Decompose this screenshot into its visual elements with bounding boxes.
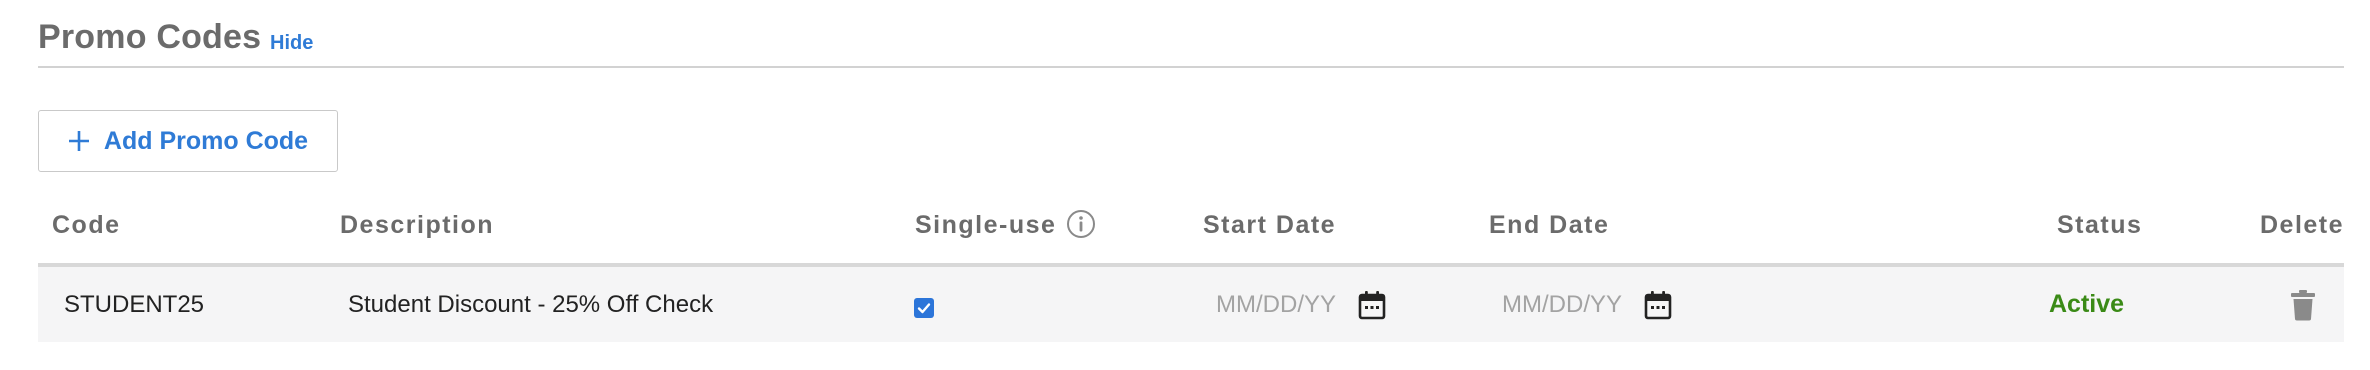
column-header-description: Description: [340, 211, 495, 239]
promo-codes-table: Code Description Single-use Start Date E…: [38, 205, 2344, 342]
end-date-input[interactable]: MM/DD/YY: [1502, 291, 1622, 319]
add-promo-code-label: Add Promo Code: [103, 126, 309, 155]
column-header-single-use-label: Single-use: [915, 211, 1057, 239]
calendar-icon[interactable]: [1644, 290, 1672, 320]
calendar-icon[interactable]: [1358, 290, 1386, 320]
checkmark-icon: [917, 302, 931, 313]
plus-icon: [68, 131, 89, 151]
column-header-end-date: End Date: [1489, 211, 1610, 239]
end-date-cell: MM/DD/YY: [1502, 267, 1672, 342]
column-header-single-use: Single-use: [915, 209, 1096, 240]
delete-button[interactable]: [2290, 267, 2316, 342]
promo-code-cell: STUDENT25: [64, 290, 205, 318]
promo-codes-panel: Promo Codes Hide Add Promo Code Code Des…: [0, 0, 2370, 370]
single-use-cell: [914, 267, 934, 342]
table-header: Code Description Single-use Start Date E…: [38, 205, 2344, 267]
section-title: Promo Codes: [38, 18, 262, 56]
add-promo-code-button[interactable]: Add Promo Code: [38, 110, 338, 172]
hide-link[interactable]: Hide: [270, 32, 313, 55]
single-use-checkbox[interactable]: [914, 297, 934, 318]
column-header-start-date: Start Date: [1203, 211, 1337, 239]
start-date-cell: MM/DD/YY: [1216, 267, 1386, 342]
section-header: Promo Codes Hide: [38, 18, 2344, 68]
column-header-status: Status: [2057, 211, 2143, 239]
promo-description-cell: Student Discount - 25% Off Check: [348, 290, 714, 318]
info-icon[interactable]: [1066, 209, 1096, 239]
start-date-input[interactable]: MM/DD/YY: [1216, 291, 1336, 319]
table-row: STUDENT25 Student Discount - 25% Off Che…: [38, 267, 2344, 342]
column-header-code: Code: [52, 211, 121, 239]
trash-icon: [2291, 289, 2315, 320]
status-badge: Active: [2049, 290, 2125, 318]
column-header-delete: Delete: [2260, 211, 2345, 239]
